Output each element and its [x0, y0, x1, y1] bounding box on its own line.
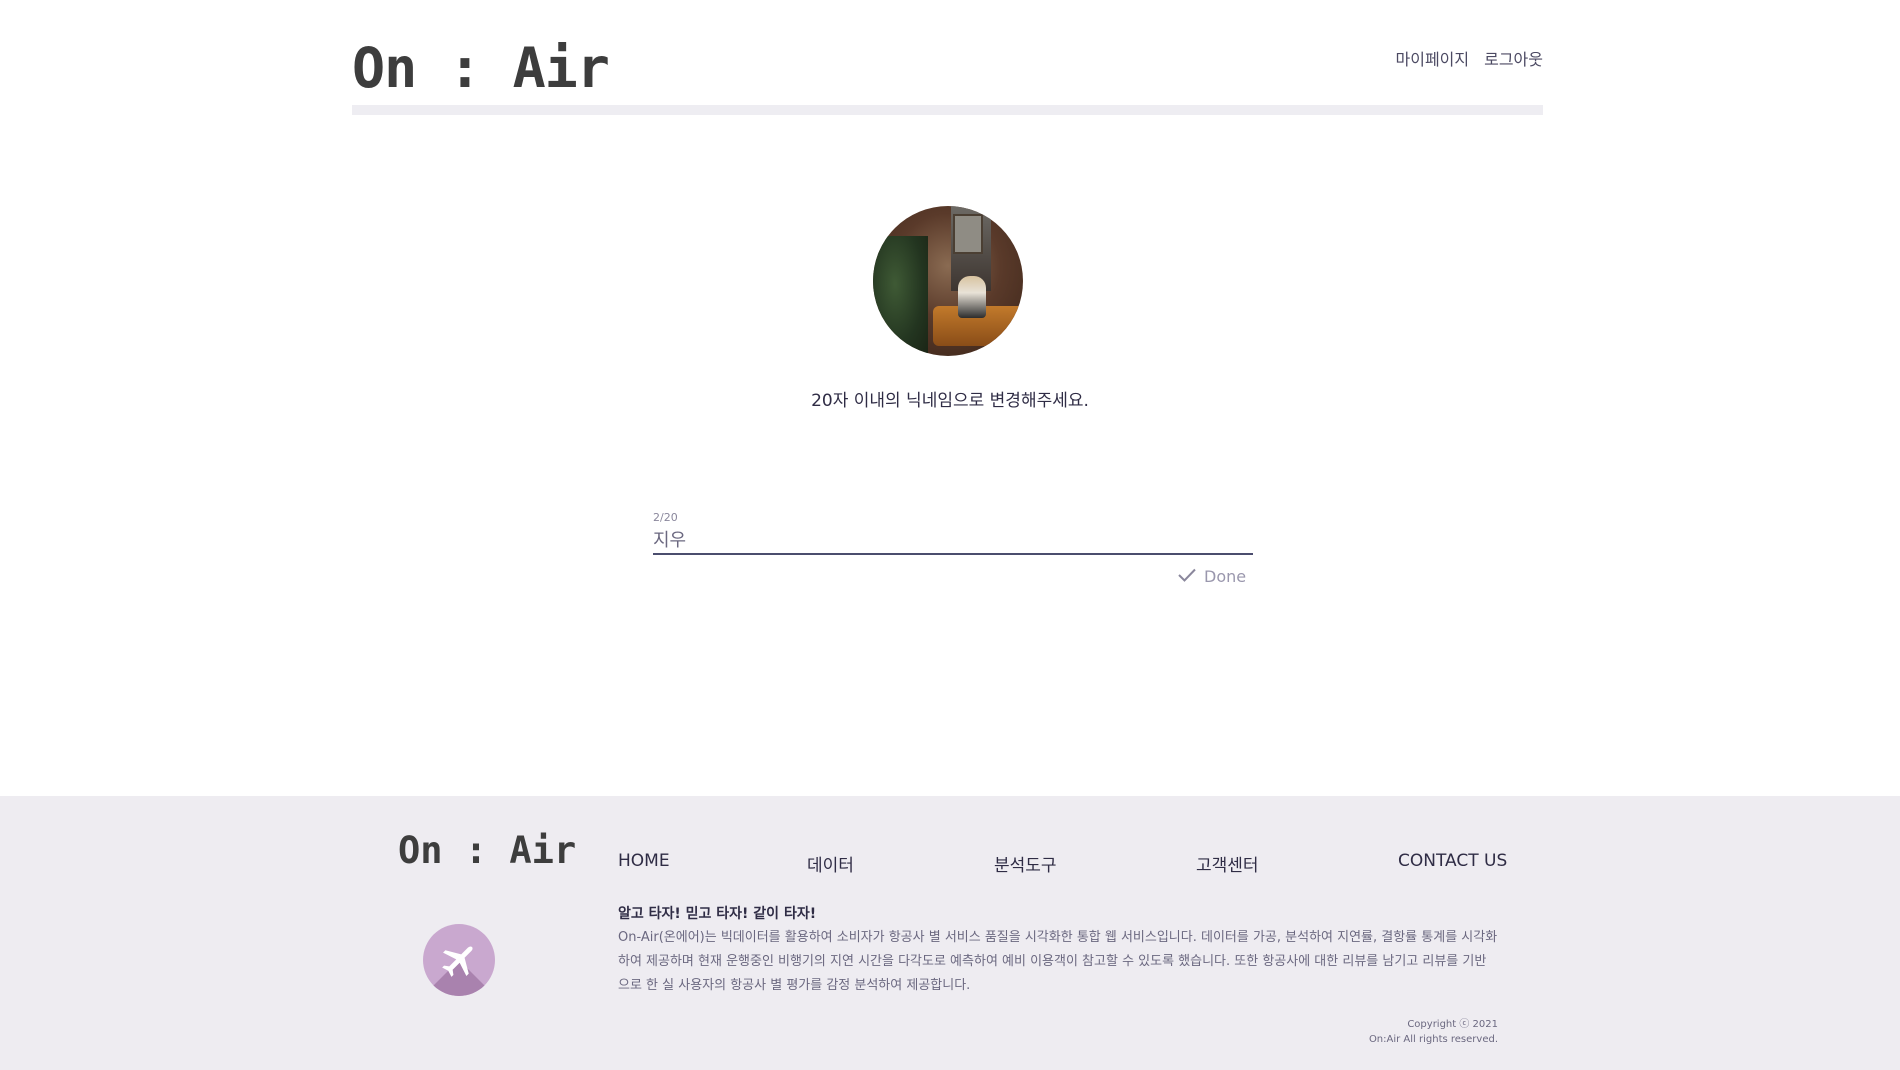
done-label: Done — [1204, 567, 1247, 586]
header: On : Air 마이페이지 로그아웃 — [352, 0, 1543, 115]
footer-logo[interactable]: On : Air — [398, 831, 576, 871]
airplane-icon — [423, 924, 495, 996]
nickname-char-counter: 2/20 — [653, 511, 678, 524]
footer-nav-support[interactable]: 고객센터 — [1196, 851, 1259, 876]
nickname-input[interactable] — [653, 525, 1253, 555]
footer-nav-data[interactable]: 데이터 — [807, 851, 854, 876]
done-button[interactable]: Done — [1178, 567, 1246, 586]
footer-nav-home[interactable]: HOME — [618, 851, 670, 871]
footer-slogan: 알고 타자! 믿고 타자! 같이 타자! — [618, 906, 817, 922]
profile-avatar[interactable] — [873, 206, 1023, 356]
header-divider — [352, 105, 1543, 115]
rights-line: On:Air All rights reserved. — [1368, 1034, 1498, 1045]
nickname-notice: 20자 이내의 닉네임으로 변경해주세요. — [811, 391, 1089, 411]
top-nav: 마이페이지 로그아웃 — [1396, 46, 1544, 70]
nickname-field: 2/20 — [653, 511, 1253, 555]
logout-link[interactable]: 로그아웃 — [1484, 46, 1543, 70]
logo[interactable]: On : Air — [352, 38, 610, 98]
footer: On : Air HOME 데이터 분석도구 고객센터 CONTACT US 알… — [0, 796, 1900, 1070]
check-icon — [1178, 567, 1196, 586]
footer-nav-contact[interactable]: CONTACT US — [1398, 851, 1507, 871]
copyright-line: Copyright ⓒ 2021 — [1407, 1019, 1498, 1030]
footer-nav-tools[interactable]: 분석도구 — [994, 851, 1057, 876]
footer-description: On-Air(온에어)는 빅데이터를 활용하여 소비자가 항공사 별 서비스 품… — [618, 930, 1498, 993]
mypage-link[interactable]: 마이페이지 — [1396, 46, 1470, 70]
copyright: Copyright ⓒ 2021 On:Air All rights reser… — [1369, 1017, 1498, 1047]
